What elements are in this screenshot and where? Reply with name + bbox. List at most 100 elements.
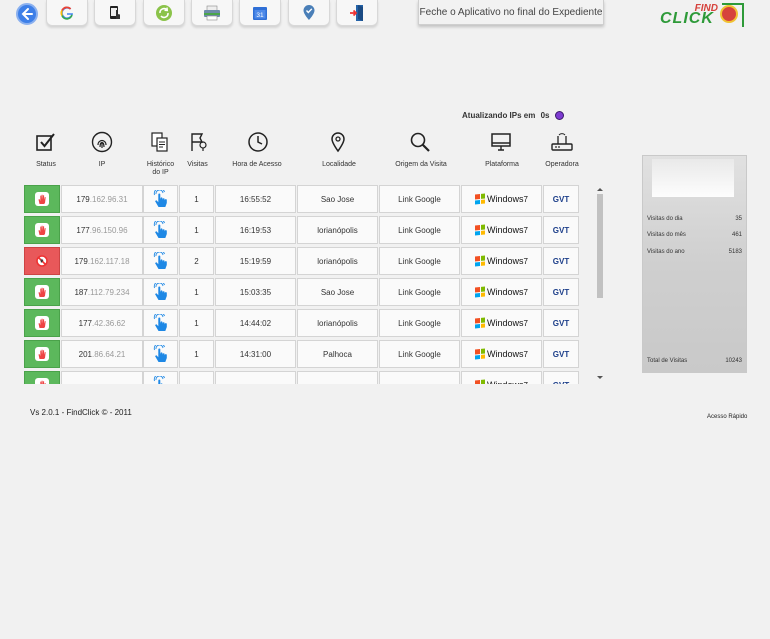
status-cell[interactable] — [24, 216, 60, 244]
google-button[interactable] — [46, 0, 88, 26]
locality-cell: lorianópolis — [297, 247, 378, 275]
column-header-history: Histórico do IP — [146, 161, 175, 176]
touch-hand-icon — [153, 376, 165, 384]
visit-origin: Link Google — [398, 287, 441, 297]
operator-logo: GVT — [553, 195, 569, 204]
visits-cell: 1 — [179, 309, 214, 337]
back-button[interactable] — [16, 3, 38, 25]
location-button[interactable] — [288, 0, 330, 26]
stop-hand-icon — [40, 380, 46, 384]
column-header-time: Hora de Acesso — [232, 161, 282, 168]
status-badge[interactable] — [35, 223, 49, 237]
locality: lorianópolis — [317, 256, 358, 266]
table-row[interactable]: 187.112.79.234 1 15:03:35 Sao Jose Link Goog… — [24, 278, 604, 307]
status-cell[interactable] — [24, 247, 60, 275]
visits-count: 1 — [194, 318, 199, 328]
status-cell[interactable] — [24, 371, 60, 384]
ip-cell: 179.162.117.18 — [61, 247, 143, 275]
ip-history-button[interactable] — [143, 340, 178, 368]
windows-flag-icon — [475, 224, 486, 236]
table-row[interactable]: Windows7 GVT — [24, 371, 604, 384]
table-row[interactable]: 179.162.96.31 1 16:55:52 Sao Jose Link Googl… — [24, 185, 604, 214]
scroll-up-icon — [597, 188, 603, 191]
version-footer: Vs 2.0.1 - FindClick © - 2011 — [30, 408, 132, 417]
stop-hand-icon — [38, 287, 46, 297]
print-button[interactable] — [191, 0, 233, 26]
visits-table: 179.162.96.31 1 16:55:52 Sao Jose Link Googl… — [24, 185, 604, 384]
operator-cell: GVT — [543, 371, 579, 384]
ip-history-button[interactable] — [143, 247, 178, 275]
ip-history-button[interactable] — [143, 278, 178, 306]
ip-history-button[interactable] — [143, 371, 178, 384]
status-badge[interactable] — [35, 285, 49, 299]
status-column-icon — [34, 130, 58, 154]
ip-prefix: 179 — [76, 194, 90, 204]
windows-logo: Windows7 — [475, 224, 528, 236]
operator-cell: GVT — [543, 185, 579, 213]
scroll-thumb[interactable] — [597, 194, 603, 298]
table-row[interactable]: 201.86.64.21 1 14:31:00 Palhoca Link Google W… — [24, 340, 604, 369]
ip-prefix: 187 — [74, 287, 88, 297]
stat-day: Visitas do dia 35 — [647, 216, 742, 222]
access-time: 15:19:59 — [239, 256, 272, 266]
refresh-button[interactable] — [143, 0, 185, 26]
locality-cell — [297, 371, 378, 384]
platform-version: 7 — [523, 225, 528, 235]
scroll-down-icon — [597, 376, 603, 379]
platform-version: 7 — [523, 287, 528, 297]
locality-cell: Sao Jose — [297, 185, 378, 213]
platform-version: 7 — [523, 349, 528, 359]
calendar-button[interactable]: 31 — [239, 0, 281, 26]
status-cell[interactable] — [24, 309, 60, 337]
origin-cell: Link Google — [379, 185, 460, 213]
quick-access-link[interactable]: Acesso Rápido — [707, 414, 747, 420]
ip-history-button[interactable] — [143, 216, 178, 244]
operator-name: GVT — [552, 287, 570, 297]
windows-flag-icon — [475, 286, 486, 298]
windows-flag-icon — [475, 317, 486, 329]
ip-history-button[interactable] — [143, 185, 178, 213]
phone-touch-button[interactable] — [94, 0, 136, 26]
stat-day-value: 35 — [735, 216, 742, 222]
platform-cell: Windows7 — [461, 216, 542, 244]
touch-hand-icon — [153, 314, 167, 331]
status-badge[interactable] — [35, 347, 49, 361]
platform-name: Windows — [487, 194, 524, 204]
status-cell[interactable] — [24, 340, 60, 368]
status-badge[interactable] — [35, 378, 49, 384]
refresh-icon — [156, 4, 172, 21]
table-row[interactable]: 177.42.36.62 1 14:44:02 lorianópolis Link Go… — [24, 309, 604, 338]
platform-cell: Windows7 — [461, 278, 542, 306]
logo-pin-icon — [720, 5, 738, 23]
operator-name: GVT — [552, 225, 570, 235]
operator-name: GVT — [553, 381, 569, 385]
exit-button[interactable] — [336, 0, 378, 26]
status-badge[interactable] — [35, 316, 49, 330]
column-header-ip: IP — [98, 161, 106, 168]
access-time: 14:31:00 — [239, 349, 272, 359]
table-row[interactable]: 179.162.117.18 2 15:19:59 lorianópolis Link … — [24, 247, 604, 276]
operator-cell: GVT — [543, 216, 579, 244]
status-cell[interactable] — [24, 185, 60, 213]
status-badge[interactable] — [35, 192, 49, 206]
operator-name: GVT — [552, 349, 570, 359]
stat-year: Visitas do ano 5183 — [647, 249, 742, 255]
status-badge[interactable] — [35, 254, 49, 268]
visits-cell: 1 — [179, 185, 214, 213]
ip-history-button[interactable] — [143, 309, 178, 337]
access-time: 16:55:52 — [239, 194, 272, 204]
ip-cell: 201.86.64.21 — [61, 340, 143, 368]
operator-logo: GVT — [553, 381, 569, 385]
stat-day-label: Visitas do dia — [647, 216, 683, 222]
table-row[interactable]: 177.96.150.96 1 16:19:53 lorianópolis Link G… — [24, 216, 604, 245]
operator-logo: GVT — [553, 350, 569, 359]
origin-cell: Link Google — [379, 340, 460, 368]
location-flag-icon — [191, 133, 207, 151]
visits-cell: 1 — [179, 216, 214, 244]
monitor-icon — [491, 133, 511, 151]
calendar-icon: 31 — [253, 6, 267, 20]
ip-prefix: 179 — [74, 256, 88, 266]
visit-stats-panel: Visitas do dia 35 Visitas do mês 461 Vis… — [642, 155, 747, 373]
table-scrollbar[interactable] — [596, 186, 604, 382]
status-cell[interactable] — [24, 278, 60, 306]
